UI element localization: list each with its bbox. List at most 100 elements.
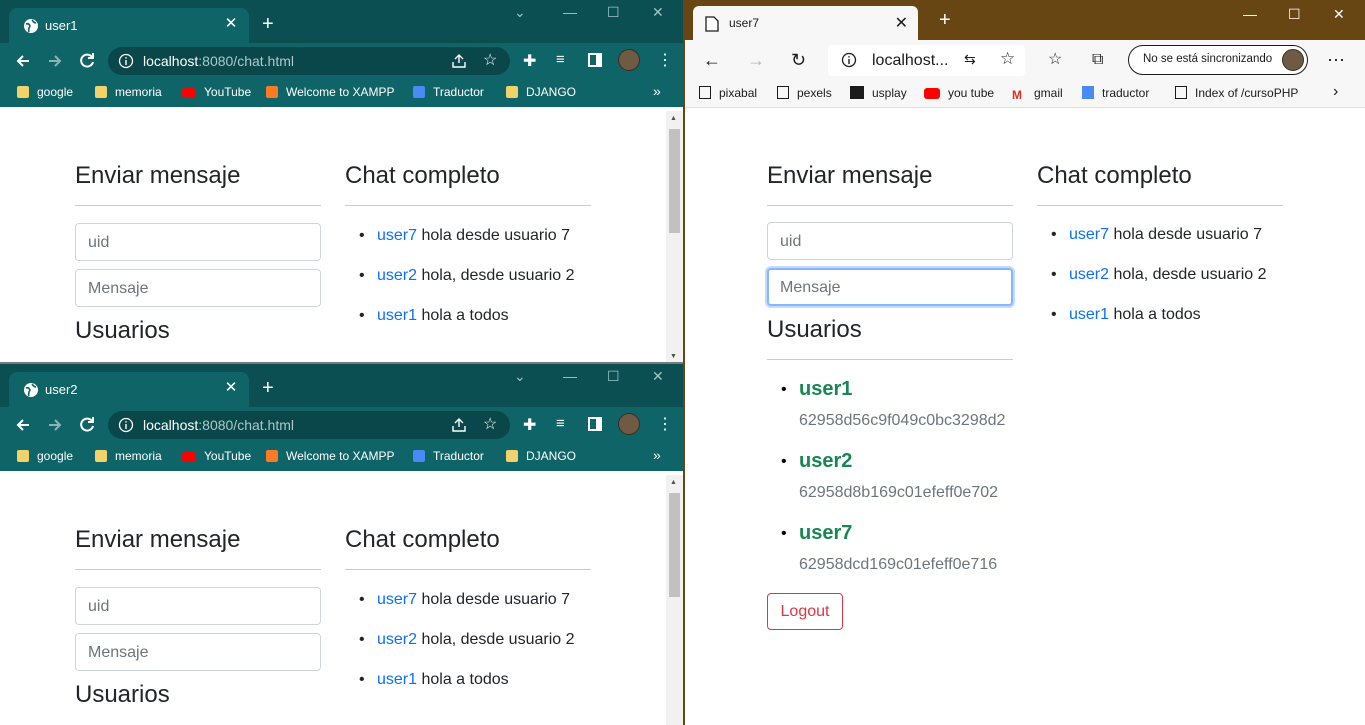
close-window-button[interactable]: ✕: [1333, 6, 1345, 23]
chat-message: • user7 hola desde usuario 7: [359, 591, 571, 608]
bookmark-traductor[interactable]: traductor: [1082, 86, 1149, 100]
bookmark-pexels[interactable]: pexels: [777, 86, 832, 100]
message-input[interactable]: Mensaje: [767, 268, 1013, 306]
tab-user1[interactable]: user1 ✕: [9, 8, 249, 43]
sidepanel-icon[interactable]: [588, 53, 602, 67]
bookmark-traductor[interactable]: Traductor: [413, 449, 484, 463]
message-input[interactable]: Mensaje: [75, 633, 321, 671]
bookmarks-overflow[interactable]: »: [653, 83, 661, 99]
plus-icon[interactable]: +: [262, 14, 274, 34]
star-icon[interactable]: ☆: [483, 50, 497, 70]
tab-title: user1: [45, 18, 78, 33]
tab-bar: user7 ✕ + — ☐ ✕: [685, 0, 1365, 40]
page-icon: [699, 86, 711, 99]
share-icon[interactable]: [451, 53, 467, 69]
address-bar[interactable]: localhost... ⇆ ☆: [828, 45, 1025, 76]
bookmark-youtube[interactable]: YouTube: [182, 449, 251, 463]
forward-icon[interactable]: →: [747, 50, 765, 70]
info-icon[interactable]: [841, 52, 857, 68]
send-title: Enviar mensaje: [767, 162, 933, 189]
reload-icon[interactable]: ↻: [791, 50, 806, 70]
chevron-down-icon[interactable]: ⌄: [514, 368, 526, 385]
logout-button[interactable]: Logout: [767, 593, 843, 630]
bookmark-gmail[interactable]: Mgmail: [1012, 86, 1063, 102]
tab-user2[interactable]: user2 ✕: [9, 372, 249, 407]
close-icon[interactable]: ✕: [895, 13, 908, 33]
menu-icon[interactable]: ⋯: [1327, 50, 1345, 70]
scrollbar[interactable]: ▲ ▼: [666, 111, 683, 362]
chevron-down-icon[interactable]: ⌄: [514, 4, 526, 21]
bookmark-django[interactable]: DJANGO: [506, 85, 576, 99]
read-aloud-icon[interactable]: ⇆: [964, 51, 976, 68]
maximize-button[interactable]: ☐: [1288, 6, 1301, 23]
bookmarks-overflow[interactable]: »: [653, 447, 661, 463]
minimize-button[interactable]: —: [563, 368, 577, 384]
media-icon[interactable]: ≡: [556, 415, 565, 432]
sync-button[interactable]: No se está sincronizando: [1128, 45, 1308, 75]
favorites-icon[interactable]: ☆: [1048, 50, 1062, 70]
star-icon[interactable]: ☆: [483, 414, 497, 434]
bookmark-traductor[interactable]: Traductor: [413, 85, 484, 99]
chat-title: Chat completo: [345, 162, 500, 189]
star-icon[interactable]: ☆: [1000, 49, 1015, 69]
share-icon[interactable]: [451, 417, 467, 433]
minimize-button[interactable]: —: [563, 4, 577, 20]
bookmark-google[interactable]: google: [17, 449, 73, 463]
plus-icon[interactable]: +: [262, 378, 274, 398]
translate-icon: [413, 86, 425, 98]
tab-user7[interactable]: user7 ✕: [693, 6, 918, 40]
chat-message: • user1 hola a todos: [359, 307, 509, 324]
bookmark-pixabal[interactable]: pixabal: [699, 86, 757, 100]
close-window-button[interactable]: ✕: [652, 368, 664, 385]
bookmark-django[interactable]: DJANGO: [506, 449, 576, 463]
minimize-button[interactable]: —: [1243, 6, 1257, 22]
uid-input[interactable]: uid: [75, 587, 321, 625]
media-icon[interactable]: ≡: [556, 51, 565, 68]
bookmark-youtube[interactable]: YouTube: [182, 85, 251, 99]
extensions-icon[interactable]: ✚: [523, 415, 536, 435]
forward-icon[interactable]: [45, 51, 65, 71]
collections-icon[interactable]: ⧉: [1092, 50, 1103, 70]
plus-icon[interactable]: +: [939, 10, 951, 30]
chevron-right-icon[interactable]: ›: [1333, 83, 1338, 101]
maximize-button[interactable]: ☐: [607, 4, 620, 21]
info-icon[interactable]: [118, 53, 134, 69]
avatar[interactable]: [618, 49, 640, 71]
avatar[interactable]: [618, 413, 640, 435]
bookmark-youtube[interactable]: you tube: [924, 86, 994, 100]
user-name: user7: [799, 522, 853, 544]
page-content: Enviar mensaje uid Mensaje Usuarios • us…: [685, 109, 1365, 725]
user-id: 62958d8b169c01efeff0e702: [799, 484, 999, 501]
chat-title: Chat completo: [345, 526, 500, 553]
bookmark-usplay[interactable]: usplay: [850, 86, 907, 100]
sidepanel-icon[interactable]: [588, 417, 602, 431]
close-window-button[interactable]: ✕: [652, 4, 664, 21]
folder-icon: [95, 86, 107, 98]
maximize-button[interactable]: ☐: [607, 368, 620, 385]
back-icon[interactable]: ←: [703, 50, 721, 70]
divider: [345, 569, 591, 570]
bookmark-xampp[interactable]: Welcome to XAMPP: [266, 449, 394, 463]
menu-icon[interactable]: ⋮: [657, 50, 673, 70]
bookmark-google[interactable]: google: [17, 85, 73, 99]
extensions-icon[interactable]: ✚: [523, 51, 536, 71]
address-bar[interactable]: localhost:8080/chat.html ☆: [108, 411, 510, 439]
reload-icon[interactable]: [77, 51, 97, 71]
address-bar[interactable]: localhost:8080/chat.html ☆: [108, 47, 510, 75]
back-icon[interactable]: [13, 51, 33, 71]
bookmark-index-cursophp[interactable]: Index of /cursoPHP: [1175, 86, 1298, 100]
close-icon[interactable]: ✕: [223, 380, 239, 396]
bookmark-memoria[interactable]: memoria: [95, 85, 162, 99]
forward-icon[interactable]: [45, 415, 65, 435]
uid-input[interactable]: uid: [767, 222, 1013, 260]
message-input[interactable]: Mensaje: [75, 269, 321, 307]
close-icon[interactable]: ✕: [223, 16, 239, 32]
info-icon[interactable]: [118, 417, 134, 433]
scrollbar[interactable]: ▲: [666, 475, 683, 725]
bookmark-xampp[interactable]: Welcome to XAMPP: [266, 85, 394, 99]
menu-icon[interactable]: ⋮: [657, 414, 673, 434]
bookmark-memoria[interactable]: memoria: [95, 449, 162, 463]
back-icon[interactable]: [13, 415, 33, 435]
reload-icon[interactable]: [77, 415, 97, 435]
uid-input[interactable]: uid: [75, 223, 321, 261]
